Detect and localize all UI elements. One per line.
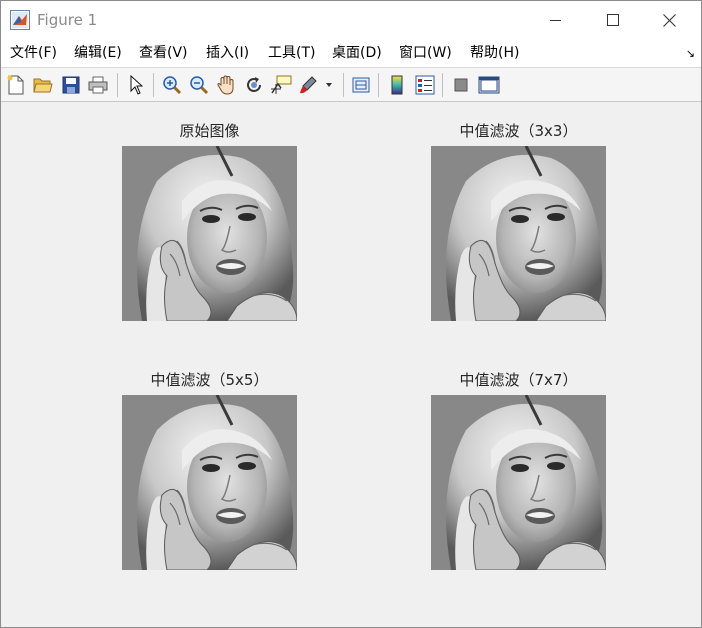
figure-window: Figure 1 文件(F) 编辑(E) 查看(V) 插入(I) 工具(T) 桌…	[0, 0, 702, 628]
legend-icon	[415, 75, 435, 95]
menu-window[interactable]: 窗口(W)	[399, 45, 452, 61]
brush-dropdown-button[interactable]	[322, 74, 336, 96]
zoom-out-button[interactable]	[188, 74, 210, 96]
link-plot-icon	[351, 75, 371, 95]
pan-button[interactable]	[215, 74, 237, 96]
data-cursor-icon	[270, 75, 292, 95]
title-bar[interactable]: Figure 1	[1, 1, 701, 39]
subplot-image-median-5x5[interactable]	[122, 395, 297, 570]
open-file-button[interactable]	[32, 74, 54, 96]
zoom-out-icon	[189, 75, 209, 95]
new-figure-button[interactable]	[5, 74, 27, 96]
window-title: Figure 1	[37, 11, 98, 29]
print-icon	[88, 76, 108, 94]
subplot-image-median-3x3[interactable]	[431, 146, 606, 321]
chevron-down-icon	[325, 82, 333, 88]
menu-help[interactable]: 帮助(H)	[470, 45, 519, 61]
rotate-3d-icon	[244, 75, 264, 95]
open-file-icon	[33, 76, 53, 94]
close-icon	[662, 13, 676, 27]
matlab-figure-icon	[10, 10, 30, 30]
brush-button[interactable]	[298, 74, 320, 96]
menu-bar: 文件(F) 编辑(E) 查看(V) 插入(I) 工具(T) 桌面(D) 窗口(W…	[1, 39, 701, 67]
pan-hand-icon	[216, 75, 236, 95]
subplot-title-median-5x5: 中值滤波（5x5）	[150, 371, 269, 389]
pointer-button[interactable]	[125, 74, 147, 96]
dock-arrow-icon[interactable]: ↘	[686, 47, 695, 60]
legend-button[interactable]	[414, 74, 436, 96]
rotate-3d-button[interactable]	[243, 74, 265, 96]
brush-icon	[298, 75, 320, 95]
pointer-icon	[129, 75, 143, 95]
menu-tools[interactable]: 工具(T)	[268, 45, 315, 61]
zoom-in-button[interactable]	[161, 74, 183, 96]
close-button[interactable]	[646, 1, 692, 39]
toolbar-separator	[442, 73, 443, 97]
maximize-icon	[607, 14, 619, 26]
new-figure-icon	[7, 75, 25, 95]
menu-insert[interactable]: 插入(I)	[206, 45, 249, 61]
subplot-image-original[interactable]	[122, 146, 297, 321]
toolbar-separator	[153, 73, 154, 97]
subplot-image-median-7x7[interactable]	[431, 395, 606, 570]
minimize-icon	[550, 14, 562, 26]
figure-toolbar	[1, 67, 701, 102]
figure-canvas[interactable]: 原始图像 中值滤波（3x3） 中值滤波（5x5） 中值滤波（7x7）	[1, 102, 701, 627]
zoom-in-icon	[162, 75, 182, 95]
toolbar-separator	[343, 73, 344, 97]
hide-plot-tools-icon	[452, 76, 470, 94]
hide-plot-tools-button[interactable]	[450, 74, 472, 96]
colorbar-button[interactable]	[386, 74, 408, 96]
link-plot-button[interactable]	[350, 74, 372, 96]
show-plot-tools-icon	[478, 75, 500, 95]
colorbar-icon	[390, 75, 404, 95]
save-button[interactable]	[60, 74, 82, 96]
print-button[interactable]	[87, 74, 109, 96]
subplot-title-median-7x7: 中值滤波（7x7）	[459, 371, 578, 389]
maximize-button[interactable]	[590, 1, 636, 39]
menu-view[interactable]: 查看(V)	[139, 45, 188, 61]
subplot-title-median-3x3: 中值滤波（3x3）	[459, 122, 578, 140]
subplot-title-original: 原始图像	[179, 122, 240, 140]
minimize-button[interactable]	[533, 1, 579, 39]
data-cursor-button[interactable]	[270, 74, 292, 96]
menu-file[interactable]: 文件(F)	[10, 45, 57, 61]
menu-edit[interactable]: 编辑(E)	[74, 45, 122, 61]
toolbar-separator	[117, 73, 118, 97]
show-plot-tools-button[interactable]	[478, 74, 500, 96]
save-icon	[62, 76, 80, 94]
menu-desktop[interactable]: 桌面(D)	[332, 45, 382, 61]
toolbar-separator	[378, 73, 379, 97]
